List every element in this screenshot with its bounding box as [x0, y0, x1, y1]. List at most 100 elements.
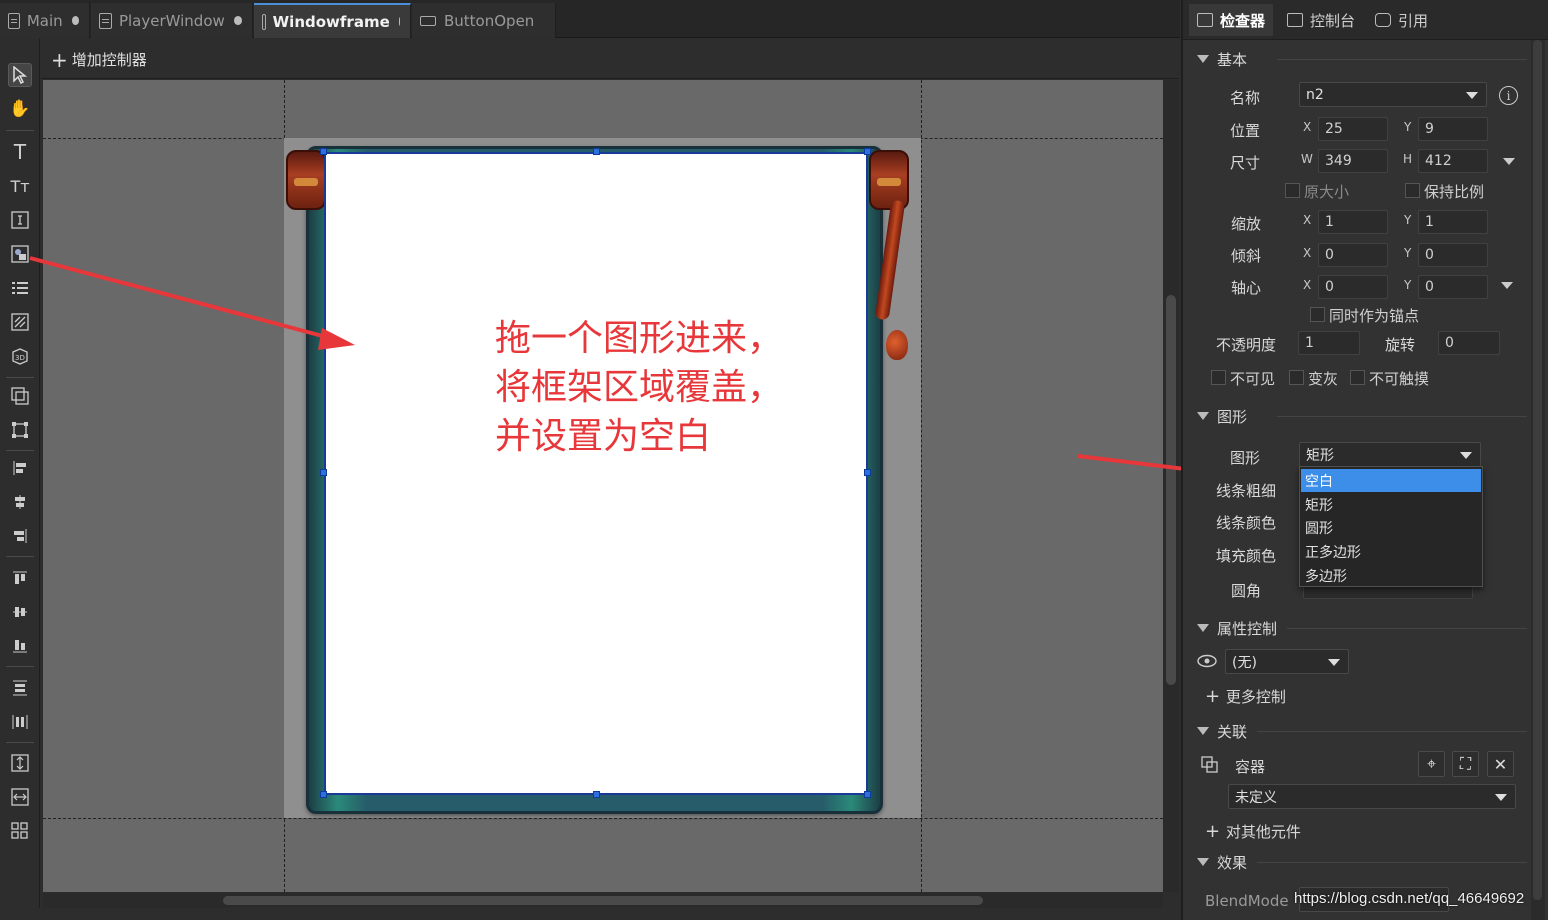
- name-combobox[interactable]: n2: [1299, 82, 1487, 107]
- untouchable-checkbox[interactable]: [1350, 370, 1365, 385]
- tab-label: Main: [26, 11, 63, 30]
- resize-handle[interactable]: [593, 791, 600, 798]
- option-rect[interactable]: 矩形: [1301, 493, 1481, 516]
- annotation-line: 拖一个图形进来，: [495, 318, 784, 359]
- tab-references[interactable]: 引用: [1367, 4, 1436, 36]
- 3d-icon[interactable]: 3D: [8, 344, 32, 368]
- width-input[interactable]: 349: [1318, 149, 1388, 173]
- add-relation-label: 对其他元件: [1225, 823, 1301, 841]
- position-label: 位置: [1230, 122, 1261, 140]
- section-property-control[interactable]: 属性控制: [1197, 617, 1527, 639]
- add-controller-button[interactable]: + 增加控制器: [41, 41, 1179, 79]
- gear-controller-select[interactable]: (无): [1225, 649, 1349, 674]
- inspector-scrollbar[interactable]: [1531, 40, 1545, 920]
- resize-handle[interactable]: [320, 791, 327, 798]
- position-y-input[interactable]: 9: [1418, 117, 1488, 141]
- resize-handle[interactable]: [864, 469, 871, 476]
- section-shape[interactable]: 图形: [1197, 405, 1527, 427]
- original-size-checkbox[interactable]: [1285, 183, 1300, 198]
- tab-inspector[interactable]: 检查器: [1189, 4, 1274, 36]
- resize-handle[interactable]: [320, 469, 327, 476]
- more-control-button[interactable]: + 更多控制: [1205, 686, 1286, 707]
- scroll-thumb[interactable]: [223, 896, 983, 905]
- section-relation[interactable]: 关联: [1197, 720, 1527, 742]
- blank-graph-selected[interactable]: [324, 152, 868, 795]
- keep-ratio-checkbox[interactable]: [1405, 183, 1420, 198]
- expand-icon[interactable]: ⛶: [1452, 751, 1479, 777]
- section-basic[interactable]: 基本: [1197, 48, 1527, 70]
- tab-playerwindow[interactable]: PlayerWindow: [91, 3, 253, 38]
- image-icon[interactable]: [8, 242, 32, 266]
- close-icon[interactable]: ✕: [1487, 751, 1514, 777]
- container-select[interactable]: 未定义: [1228, 784, 1516, 809]
- tab-buttonopen[interactable]: ButtonOpen: [412, 3, 556, 38]
- tab-main[interactable]: Main: [0, 3, 90, 38]
- align-left-icon[interactable]: [8, 456, 32, 480]
- resize-handle[interactable]: [864, 148, 871, 155]
- tab-console[interactable]: 控制台: [1279, 4, 1363, 36]
- component-icon[interactable]: [8, 384, 32, 408]
- skew-y-input[interactable]: 0: [1418, 243, 1488, 267]
- grid-icon[interactable]: [8, 819, 32, 843]
- plus-icon: +: [1205, 821, 1226, 842]
- align-right-icon[interactable]: [8, 524, 32, 548]
- align-middle-v-icon[interactable]: [8, 600, 32, 624]
- same-width-icon[interactable]: [8, 785, 32, 809]
- option-regular-polygon[interactable]: 正多边形: [1301, 540, 1481, 563]
- resize-handle[interactable]: [593, 148, 600, 155]
- canvas-vertical-scrollbar[interactable]: [1163, 80, 1179, 892]
- pointer-icon[interactable]: [8, 63, 32, 87]
- input-text-icon[interactable]: [8, 208, 32, 232]
- axis-h-label: H: [1403, 152, 1413, 166]
- align-top-icon[interactable]: [8, 566, 32, 590]
- tab-windowframe[interactable]: Windowframe: [254, 3, 411, 38]
- list-icon[interactable]: [8, 276, 32, 300]
- modified-dot-icon: [71, 16, 79, 25]
- relation-icon: [1201, 756, 1219, 774]
- canvas-horizontal-scrollbar[interactable]: [43, 893, 1163, 908]
- position-x-input[interactable]: 25: [1318, 117, 1388, 141]
- shape-type-select[interactable]: 矩形: [1299, 442, 1481, 467]
- resize-handle[interactable]: [864, 791, 871, 798]
- rich-text-icon[interactable]: Tт: [8, 174, 32, 198]
- scroll-thumb[interactable]: [1166, 295, 1176, 685]
- stage-canvas[interactable]: 拖一个图形进来， 将框架区域覆盖， 并设置为空白: [43, 80, 1163, 892]
- corner-label: 圆角: [1231, 582, 1262, 600]
- shape-label: 图形: [1230, 449, 1261, 467]
- skew-x-input[interactable]: 0: [1318, 243, 1388, 267]
- option-blank[interactable]: 空白: [1301, 469, 1481, 492]
- text-icon[interactable]: T: [8, 140, 32, 164]
- collapse-triangle-icon: [1197, 412, 1209, 420]
- collapse-triangle-icon: [1197, 858, 1209, 866]
- locate-icon[interactable]: ⌖: [1418, 751, 1445, 777]
- align-bottom-icon[interactable]: [8, 634, 32, 658]
- pivot-x-input[interactable]: 0: [1318, 275, 1388, 299]
- resize-handle[interactable]: [320, 148, 327, 155]
- option-ellipse[interactable]: 圆形: [1301, 516, 1481, 539]
- pivot-y-input[interactable]: 0: [1418, 275, 1488, 299]
- opacity-input[interactable]: 1: [1298, 331, 1360, 355]
- eye-icon[interactable]: [1197, 653, 1217, 668]
- pivot-menu-icon[interactable]: [1501, 282, 1513, 289]
- grayed-checkbox[interactable]: [1289, 370, 1304, 385]
- section-effect[interactable]: 效果: [1197, 851, 1527, 873]
- scale-x-input[interactable]: 1: [1318, 210, 1388, 234]
- rotation-input[interactable]: 0: [1438, 331, 1500, 355]
- transform-icon[interactable]: [8, 418, 32, 442]
- info-icon[interactable]: i: [1499, 86, 1518, 105]
- distribute-v-icon[interactable]: [8, 676, 32, 700]
- hand-icon[interactable]: ✋: [8, 97, 32, 121]
- invisible-checkbox[interactable]: [1211, 370, 1226, 385]
- align-center-h-icon[interactable]: [8, 490, 32, 514]
- height-input[interactable]: 412: [1418, 149, 1488, 173]
- loader-icon[interactable]: [8, 310, 32, 334]
- scale-y-input[interactable]: 1: [1418, 210, 1488, 234]
- inspector-icon: [1197, 13, 1213, 27]
- scroll-thumb[interactable]: [1533, 40, 1542, 900]
- add-relation-button[interactable]: + 对其他元件: [1205, 821, 1301, 842]
- size-menu-icon[interactable]: [1503, 158, 1515, 165]
- distribute-h-icon[interactable]: [8, 710, 32, 734]
- pivot-anchor-checkbox[interactable]: [1310, 307, 1325, 322]
- option-polygon[interactable]: 多边形: [1301, 564, 1481, 587]
- same-height-icon[interactable]: [8, 751, 32, 775]
